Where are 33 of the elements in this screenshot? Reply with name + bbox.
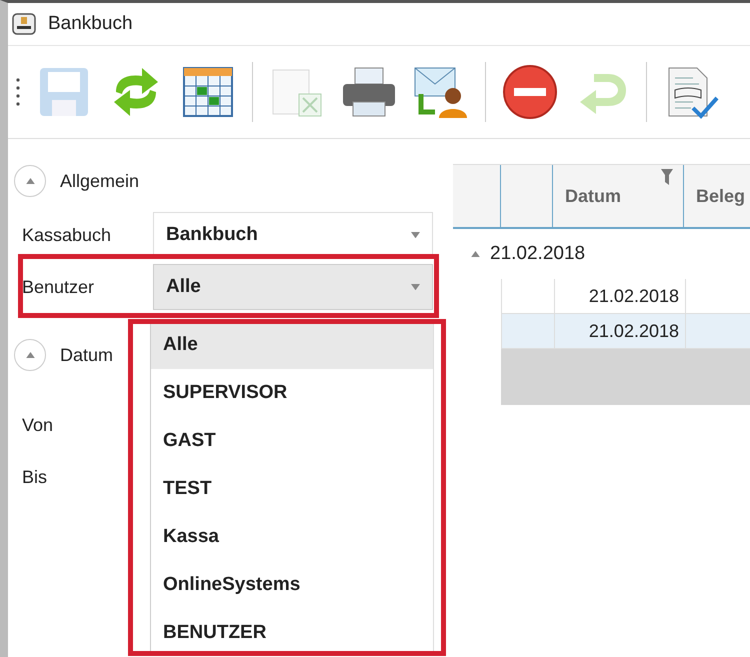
window-title: Bankbuch	[48, 13, 133, 35]
caret-icon[interactable]	[26, 178, 34, 184]
dropdown-option[interactable]: BENUTZER	[151, 609, 433, 657]
caret-icon[interactable]	[26, 352, 34, 358]
collapse-button[interactable]	[14, 339, 46, 371]
table-cell: 21.02.2018	[555, 279, 686, 313]
grip-icon[interactable]	[16, 77, 20, 107]
combo-box[interactable]: Alle	[153, 264, 433, 310]
field-label: Von	[22, 414, 54, 436]
group-title: 21.02.2018	[490, 243, 586, 265]
dropdown-option[interactable]: Alle	[151, 321, 433, 369]
field-label: Kassabuch	[22, 224, 112, 246]
column-header[interactable]: Datum	[565, 186, 622, 206]
dropdown-option[interactable]: SUPERVISOR	[151, 369, 433, 417]
dropdown-option[interactable]: Kassa	[151, 513, 433, 561]
field-label: Bis	[22, 466, 48, 488]
dropdown-option[interactable]: OnlineSystems	[151, 561, 433, 609]
caret-icon[interactable]	[471, 250, 480, 258]
caret-icon[interactable]	[411, 232, 420, 238]
collapse-button[interactable]	[14, 165, 46, 197]
column-header[interactable]: Beleg	[696, 186, 746, 206]
grid-row[interactable]: 21.02.2018	[501, 314, 750, 349]
filter-icon[interactable]	[661, 169, 673, 185]
calendar-icon[interactable]	[180, 64, 236, 120]
dropdown-option[interactable]: GAST	[151, 417, 433, 465]
field-label: Benutzer	[22, 276, 96, 298]
dropdown-option[interactable]: TEST	[151, 465, 433, 513]
window-app-icon	[12, 12, 36, 36]
caret-icon[interactable]	[411, 284, 420, 290]
section-title: Datum	[60, 344, 114, 366]
stop-icon[interactable]	[502, 64, 558, 120]
section-title: Allgemein	[60, 170, 140, 192]
table-cell: 21.02.2018	[555, 314, 686, 348]
